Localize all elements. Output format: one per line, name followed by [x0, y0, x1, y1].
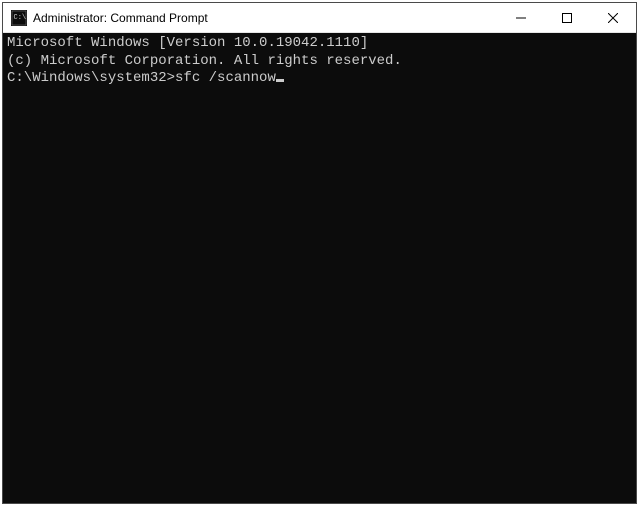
close-icon: [608, 13, 618, 23]
maximize-icon: [562, 13, 572, 23]
terminal-area[interactable]: Microsoft Windows [Version 10.0.19042.11…: [3, 33, 636, 503]
svg-text:C:\: C:\: [14, 14, 27, 22]
version-line: Microsoft Windows [Version 10.0.19042.11…: [7, 35, 632, 53]
close-button[interactable]: [590, 3, 636, 33]
typed-command: sfc /scannow: [175, 70, 276, 86]
titlebar[interactable]: C:\ Administrator: Command Prompt: [3, 3, 636, 33]
command-prompt-window: C:\ Administrator: Command Prompt: [2, 2, 637, 504]
text-cursor: [276, 79, 284, 82]
prompt-row: C:\Windows\system32>sfc /scannow: [7, 70, 632, 88]
minimize-icon: [516, 13, 526, 23]
cmd-icon: C:\: [11, 10, 27, 26]
minimize-button[interactable]: [498, 3, 544, 33]
window-title: Administrator: Command Prompt: [33, 11, 498, 25]
copyright-line: (c) Microsoft Corporation. All rights re…: [7, 53, 632, 71]
maximize-button[interactable]: [544, 3, 590, 33]
prompt-path: C:\Windows\system32>: [7, 70, 175, 86]
window-controls: [498, 3, 636, 32]
